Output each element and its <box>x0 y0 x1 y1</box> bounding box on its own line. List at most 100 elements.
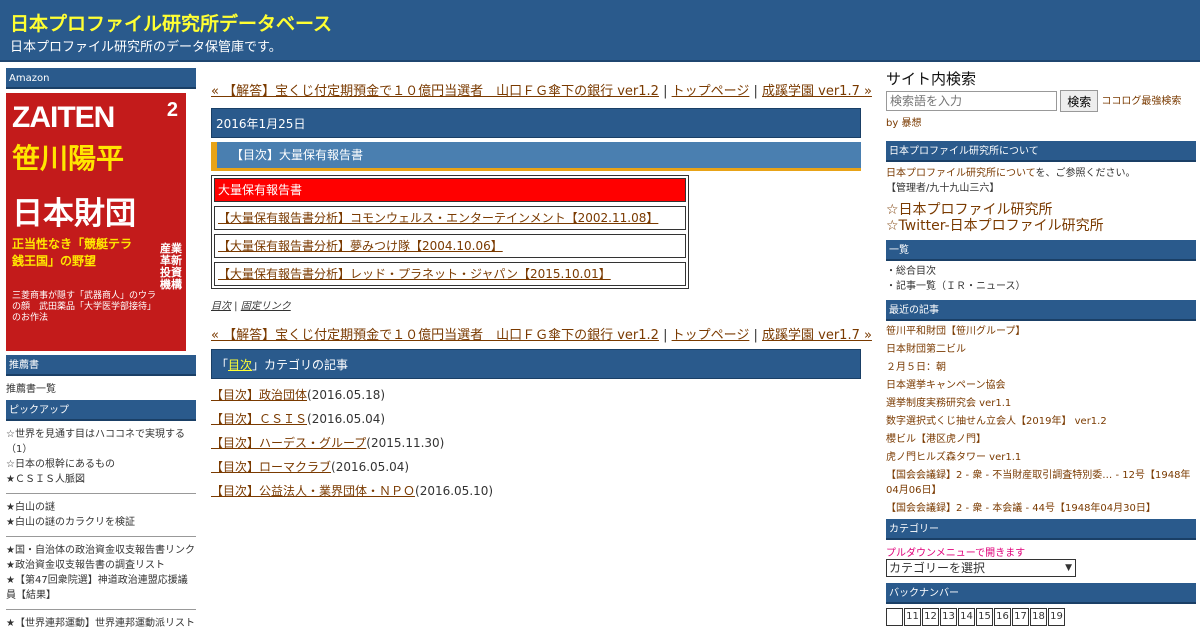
recent-article-link[interactable]: 【国会会議録】2 - 衆 - 不当財産取引調査特別委… - 12号【1948年0… <box>886 468 1196 498</box>
pickup-divider <box>6 493 196 494</box>
recent-article-link[interactable]: 笹川平和財団【笹川グループ】 <box>886 324 1196 339</box>
external-link[interactable]: ☆Twitter-日本プロファイル研究所 <box>886 218 1196 234</box>
book-subheadline: 正当性なき「競艇テラ銭王国」の野望 <box>12 237 133 268</box>
top-page-link[interactable]: トップページ <box>672 84 750 99</box>
report-table-row: 【大量保有報告書分析】夢みつけ隊【2004.10.06】 <box>214 234 686 258</box>
external-links: ☆日本プロファイル研究所 ☆Twitter-日本プロファイル研究所 <box>886 202 1196 234</box>
top-page-link[interactable]: トップページ <box>672 328 750 343</box>
pickup-item[interactable]: ☆世界を見通す目はハココネで実現する（1） <box>6 427 196 457</box>
list-item: 【目次】ＣＳＩＳ(2016.05.04) <box>211 407 861 431</box>
pickup-list: ☆世界を見通す目はハココネで実現する（1） ☆日本の根幹にあるもの ★ＣＳＩＳ人脈図… <box>6 427 196 631</box>
pickup-item[interactable]: ☆日本の根幹にあるもの <box>6 457 196 472</box>
backnumber-cell[interactable]: 17 <box>1012 608 1029 626</box>
category-article-list: 【目次】政治団体(2016.05.18) 【目次】ＣＳＩＳ(2016.05.04)… <box>211 383 861 503</box>
site-search-title: サイト内検索 <box>886 70 977 88</box>
category-heading-link[interactable]: 目次 <box>228 358 252 372</box>
prev-post-link[interactable]: « 【解答】宝くじ付定期預金で１０億円当選者 山口ＦＧ傘下の銀行 ver1.2 <box>211 328 659 343</box>
report-table: 大量保有報告書 【大量保有報告書分析】コモンウェルス・エンターテインメント【20… <box>211 175 689 289</box>
next-post-link[interactable]: 成蹊学園 ver1.7 » <box>762 328 872 343</box>
article-link[interactable]: 【目次】公益法人・業界団体・ＮＰＯ <box>211 484 415 498</box>
search-row: 検索 ココログ最強検索 by 暴想 <box>886 90 1196 135</box>
list-item: 【目次】ハーデス・グループ(2015.11.30) <box>211 431 861 455</box>
pickup-item[interactable]: ★白山の謎のカラクリを検証 <box>6 515 196 530</box>
article-date: (2016.05.10) <box>415 484 494 498</box>
left-sidebar: Amazon ZAITEN 2 笹川陽平 日本財団 正当性なき「競艇テラ銭王国」… <box>6 68 196 631</box>
site-title[interactable]: 日本プロファイル研究所データベース <box>10 9 332 36</box>
index-list-item[interactable]: ・総合目次 <box>886 264 1196 279</box>
backnumber-calendar: 11 12 13 14 15 16 17 18 19 <box>886 608 1196 626</box>
about-text: 日本プロファイル研究所についてを、ご参照ください。 【管理者/九十九山三六】 <box>886 166 1196 196</box>
report-table-row: 【大量保有報告書分析】レッド・プラネット・ジャパン【2015.10.01】 <box>214 262 686 286</box>
index-list-item[interactable]: ・記事一覧（ＩＲ・ニュース） <box>886 279 1196 294</box>
article-link[interactable]: 【目次】ローマクラブ <box>211 460 331 474</box>
backnumber-cell[interactable]: 11 <box>904 608 921 626</box>
backnumber-cell[interactable]: 19 <box>1048 608 1065 626</box>
report-link[interactable]: 【大量保有報告書分析】コモンウェルス・エンターテインメント【2002.11.08… <box>218 211 658 225</box>
pickup-item[interactable]: ★ＣＳＩＳ人脈図 <box>6 472 196 487</box>
backnumber-cell[interactable] <box>886 608 903 626</box>
pickup-item[interactable]: ★【世界連邦運動】世界連邦運動派リスト <box>6 616 196 631</box>
chevron-down-icon: ▼ <box>1065 563 1072 573</box>
pickup-item[interactable]: ★白山の謎 <box>6 500 196 515</box>
category-hint: プルダウンメニューで開きます <box>886 548 1026 559</box>
external-link[interactable]: ☆日本プロファイル研究所 <box>886 202 1196 218</box>
recent-article-link[interactable]: ２月５日：朝 <box>886 360 1196 375</box>
prev-post-link[interactable]: « 【解答】宝くじ付定期預金で１０億円当選者 山口ＦＧ傘下の銀行 ver1.2 <box>211 84 659 99</box>
pickup-heading: ピックアップ <box>6 400 196 421</box>
permalink[interactable]: 固定リンク <box>241 301 291 312</box>
index-list: ・総合目次 ・記事一覧（ＩＲ・ニュース） <box>886 264 1196 294</box>
article-date: (2016.05.18) <box>307 388 386 402</box>
list-item: 【目次】公益法人・業界団体・ＮＰＯ(2016.05.10) <box>211 479 861 503</box>
search-input[interactable] <box>886 91 1057 111</box>
article-link[interactable]: 【目次】ＣＳＩＳ <box>211 412 307 426</box>
recommend-list-link[interactable]: 推薦書一覧 <box>6 384 56 395</box>
recent-article-link[interactable]: 日本財団第二ビル <box>886 342 1196 357</box>
book-issue: 2 <box>166 99 178 121</box>
backnumber-cell[interactable]: 14 <box>958 608 975 626</box>
post-title: 【目次】大量保有報告書 <box>211 142 861 171</box>
recommend-heading: 推薦書 <box>6 355 196 376</box>
category-select[interactable]: カテゴリーを選択 ▼ <box>886 559 1076 577</box>
recent-article-link[interactable]: 数字選択式くじ抽せん立会人【2019年】 ver1.2 <box>886 414 1196 429</box>
right-sidebar: サイト内検索 検索 ココログ最強検索 by 暴想 日本プロファイル研究所について… <box>886 68 1196 626</box>
category-heading: カテゴリー <box>886 519 1196 540</box>
recent-heading: 最近の記事 <box>886 300 1196 321</box>
recent-article-link[interactable]: 虎ノ門ヒルズ森タワー ver1.1 <box>886 450 1196 465</box>
backnumber-cell[interactable]: 13 <box>940 608 957 626</box>
next-post-link[interactable]: 成蹊学園 ver1.7 » <box>762 84 872 99</box>
recent-article-link[interactable]: 日本選挙キャンペーン協会 <box>886 378 1196 393</box>
pickup-item[interactable]: ★国・自治体の政治資金収支報告書リンク <box>6 543 196 558</box>
post-footer: 目次 | 固定リンク <box>211 301 291 312</box>
recent-article-link[interactable]: 選挙制度実務研究会 ver1.1 <box>886 396 1196 411</box>
book-headline-2: 日本財団 <box>12 196 136 232</box>
site-description: 日本プロファイル研究所のデータ保管庫です。 <box>10 40 282 55</box>
backnumber-cell[interactable]: 18 <box>1030 608 1047 626</box>
article-link[interactable]: 【目次】ハーデス・グループ <box>211 436 366 450</box>
recent-article-link[interactable]: 【国会会議録】2 - 衆 - 本会議 - 44号【1948年04月30日】 <box>886 501 1196 516</box>
pickup-item[interactable]: ★【第47回衆院選】神道政治連盟応援議員【結果】 <box>6 573 196 603</box>
about-heading: 日本プロファイル研究所について <box>886 141 1196 162</box>
list-heading: 一覧 <box>886 240 1196 261</box>
article-date: (2016.05.04) <box>307 412 386 426</box>
main-content: « 【解答】宝くじ付定期預金で１０億円当選者 山口ＦＧ傘下の銀行 ver1.2 … <box>211 80 872 503</box>
article-link[interactable]: 【目次】政治団体 <box>211 388 307 402</box>
report-table-row: 【大量保有報告書分析】コモンウェルス・エンターテインメント【2002.11.08… <box>214 206 686 230</box>
pickup-item[interactable]: ★政治資金収支報告書の調査リスト <box>6 558 196 573</box>
site-header: 日本プロファイル研究所データベース 日本プロファイル研究所のデータ保管庫です。 <box>0 0 1200 62</box>
backnumber-cell[interactable]: 15 <box>976 608 993 626</box>
book-magazine-name: ZAITEN <box>12 101 115 134</box>
pickup-divider <box>6 609 196 610</box>
backnumber-cell[interactable]: 16 <box>994 608 1011 626</box>
about-link[interactable]: 日本プロファイル研究所について <box>886 168 1036 179</box>
book-cover-image[interactable]: ZAITEN 2 笹川陽平 日本財団 正当性なき「競艇テラ銭王国」の野望 産業革… <box>6 93 186 351</box>
amazon-heading: Amazon <box>6 68 196 89</box>
recent-article-link[interactable]: 櫻ビル【港区虎ノ門】 <box>886 432 1196 447</box>
book-headline-1: 笹川陽平 <box>12 142 125 175</box>
recent-articles: 笹川平和財団【笹川グループ】 日本財団第二ビル ２月５日：朝 日本選挙キャンペーン協会… <box>886 324 1196 516</box>
report-link[interactable]: 【大量保有報告書分析】レッド・プラネット・ジャパン【2015.10.01】 <box>218 267 611 281</box>
backnumber-cell[interactable]: 12 <box>922 608 939 626</box>
search-button[interactable]: 検索 <box>1060 90 1099 112</box>
report-link[interactable]: 【大量保有報告書分析】夢みつけ隊【2004.10.06】 <box>218 239 503 253</box>
admin-text: 【管理者/九十九山三六】 <box>886 183 1000 194</box>
category-link[interactable]: 目次 <box>211 301 231 312</box>
